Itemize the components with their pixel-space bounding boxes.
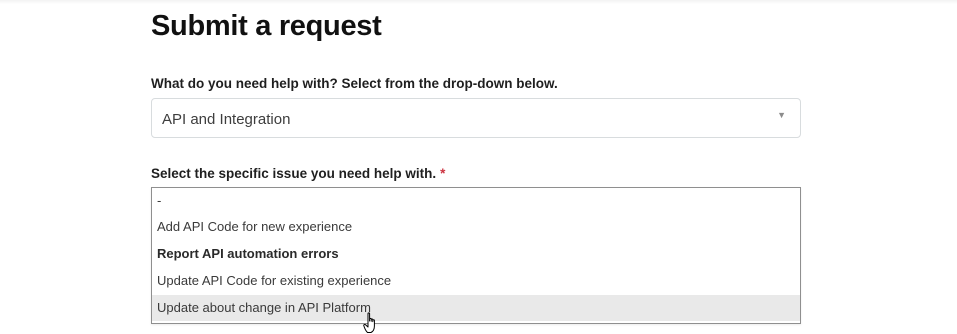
page-title: Submit a request bbox=[151, 10, 382, 42]
issue-option-report-errors[interactable]: Report API automation errors bbox=[152, 241, 800, 267]
issue-label: Select the specific issue you need help … bbox=[151, 166, 445, 181]
triangle-down-icon: ▼ bbox=[777, 110, 786, 120]
top-divider bbox=[0, 0, 957, 4]
help-topic-label: What do you need help with? Select from … bbox=[151, 76, 558, 91]
help-topic-selected-value: API and Integration bbox=[162, 111, 291, 128]
issue-option-update-api-code[interactable]: Update API Code for existing experience bbox=[152, 268, 800, 294]
hand-pointer-icon bbox=[363, 312, 375, 333]
issue-option-api-platform-change[interactable]: Update about change in API Platform bbox=[152, 295, 800, 321]
issue-option-empty[interactable]: - bbox=[152, 188, 800, 214]
issue-label-text: Select the specific issue you need help … bbox=[151, 166, 437, 181]
issue-listbox[interactable]: - Add API Code for new experience Report… bbox=[151, 187, 801, 324]
help-topic-select[interactable]: API and Integration ▼ bbox=[151, 98, 801, 138]
required-marker: * bbox=[440, 166, 446, 181]
issue-option-add-api-code[interactable]: Add API Code for new experience bbox=[152, 214, 800, 240]
